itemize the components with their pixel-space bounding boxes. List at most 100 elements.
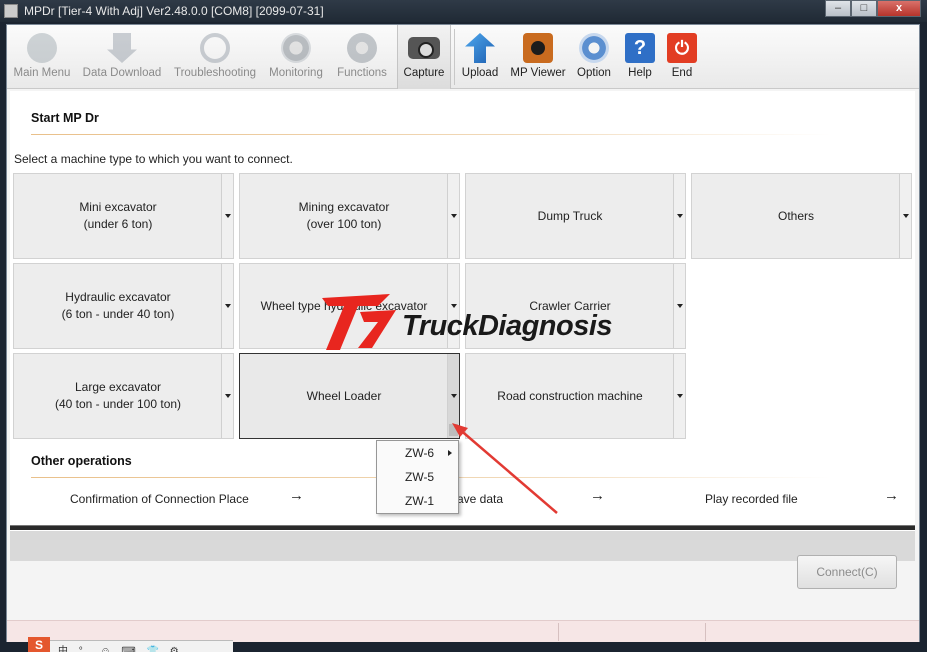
- dropdown-arrow-button[interactable]: [673, 264, 685, 348]
- menu-item-zw-6[interactable]: ZW-6: [377, 442, 458, 464]
- dropdown-arrow-button[interactable]: [673, 174, 685, 258]
- submenu-arrow-icon: [448, 450, 452, 456]
- machine-road-construction[interactable]: Road construction machine: [465, 353, 686, 439]
- divider-bar: [10, 525, 915, 530]
- menu-item-label: ZW-1: [405, 494, 435, 508]
- status-separator: [558, 623, 559, 641]
- toolbar-data-download[interactable]: Data Download: [81, 29, 163, 87]
- upload-icon: [465, 33, 495, 63]
- machine-dump-truck[interactable]: Dump Truck: [465, 173, 686, 259]
- toolbar-functions[interactable]: Functions: [335, 29, 389, 87]
- machine-label: Wheel type hydraulic excavator: [260, 298, 428, 313]
- instruction-text: Select a machine type to which you want …: [14, 152, 293, 166]
- wheel-loader-menu: ZW-6 ZW-5 ZW-1: [376, 440, 459, 514]
- machine-label: Large excavator (40 ton - under 100 ton): [54, 380, 182, 411]
- window-controls: – □ x: [825, 0, 921, 17]
- machine-large-excavator[interactable]: Large excavator (40 ton - under 100 ton): [13, 353, 234, 439]
- download-icon: [107, 33, 137, 63]
- toolbar-capture[interactable]: Capture: [398, 29, 450, 87]
- menu-item-zw-1[interactable]: ZW-1: [377, 490, 458, 512]
- toolbar-option[interactable]: Option: [573, 29, 615, 87]
- machine-label: Road construction machine: [497, 388, 643, 403]
- menu-item-zw-5[interactable]: ZW-5: [377, 466, 458, 488]
- toolbar-main-menu-label: Main Menu: [13, 67, 71, 79]
- close-button[interactable]: x: [877, 0, 921, 17]
- start-panel: Start MP Dr Select a machine type to whi…: [10, 91, 915, 531]
- dropdown-arrow-button[interactable]: [673, 354, 685, 438]
- minimize-button[interactable]: –: [825, 0, 851, 17]
- toolbar-upload[interactable]: Upload: [457, 29, 503, 87]
- machine-label: Mini excavator (under 6 ton): [79, 200, 157, 231]
- dropdown-arrow-button[interactable]: [447, 264, 459, 348]
- machine-mini-excavator[interactable]: Mini excavator (under 6 ton): [13, 173, 234, 259]
- machine-others[interactable]: Others: [691, 173, 912, 259]
- gauge-icon: [281, 33, 311, 63]
- toolbar-help[interactable]: ? Help: [621, 29, 659, 87]
- toolbar-capture-label: Capture: [403, 67, 445, 79]
- toolbar: Main Menu Data Download Troubleshooting …: [7, 25, 919, 89]
- machine-label: Hydraulic excavator (6 ton - under 40 to…: [61, 290, 175, 321]
- machine-label: Dump Truck: [537, 208, 603, 223]
- toolbar-data-download-label: Data Download: [82, 67, 162, 79]
- title-bar: MPDr [Tier-4 With Adj] Ver2.48.0.0 [COM8…: [0, 0, 927, 22]
- machine-wheel-loader[interactable]: Wheel Loader: [239, 353, 460, 439]
- toolbar-end-label: End: [671, 67, 693, 79]
- toolbar-upload-label: Upload: [461, 67, 499, 79]
- connect-button[interactable]: Connect(C): [797, 555, 897, 589]
- arrow-right-icon[interactable]: →: [590, 487, 605, 504]
- toolbar-mp-viewer[interactable]: MP Viewer: [509, 29, 567, 87]
- ime-icon[interactable]: S: [28, 637, 50, 652]
- main-menu-icon: [27, 33, 57, 63]
- taskbar: S 中 °, ☺ ⌨ 👕 ⚙: [28, 637, 233, 652]
- window-title: MPDr [Tier-4 With Adj] Ver2.48.0.0 [COM8…: [24, 4, 324, 18]
- toolbar-monitoring-label: Monitoring: [269, 67, 323, 79]
- status-band: [10, 531, 915, 561]
- arrow-right-icon[interactable]: →: [289, 487, 304, 504]
- mp-viewer-icon: [523, 33, 553, 63]
- arrow-right-icon[interactable]: →: [884, 487, 899, 504]
- machine-label: Mining excavator (over 100 ton): [298, 200, 390, 231]
- main-window: Main Menu Data Download Troubleshooting …: [6, 24, 920, 642]
- section-title-start: Start MP Dr: [31, 111, 99, 125]
- toolbar-troubleshooting-label: Troubleshooting: [173, 67, 257, 79]
- toolbar-monitoring[interactable]: Monitoring: [266, 29, 326, 87]
- tray-icons: 中 °, ☺ ⌨ 👕 ⚙: [58, 646, 183, 652]
- section-title-other: Other operations: [31, 454, 132, 468]
- toolbar-troubleshooting[interactable]: Troubleshooting: [172, 29, 258, 87]
- machine-mining-excavator[interactable]: Mining excavator (over 100 ton): [239, 173, 460, 259]
- help-icon: ?: [625, 33, 655, 63]
- dropdown-arrow-button[interactable]: [447, 174, 459, 258]
- option-icon: [579, 33, 609, 63]
- machine-label: Crawler Carrier: [529, 298, 611, 313]
- machine-hydraulic-excavator[interactable]: Hydraulic excavator (6 ton - under 40 to…: [13, 263, 234, 349]
- dropdown-arrow-button[interactable]: [221, 264, 233, 348]
- maximize-button[interactable]: □: [851, 0, 877, 17]
- machine-label: Others: [777, 208, 814, 223]
- section-divider: [31, 134, 831, 135]
- toolbar-functions-label: Functions: [337, 67, 387, 79]
- op-connection-place[interactable]: Confirmation of Connection Place: [70, 492, 249, 506]
- dropdown-arrow-button[interactable]: [221, 174, 233, 258]
- app-icon: [4, 4, 18, 18]
- machine-wheel-hydraulic-excavator[interactable]: Wheel type hydraulic excavator: [239, 263, 460, 349]
- status-separator: [705, 623, 706, 641]
- machine-crawler-carrier[interactable]: Crawler Carrier: [465, 263, 686, 349]
- op-play-recorded-file[interactable]: Play recorded file: [705, 492, 798, 506]
- toolbar-end[interactable]: ⏻ End: [665, 29, 699, 87]
- status-bar: [7, 620, 919, 642]
- menu-item-label: ZW-6: [405, 446, 435, 460]
- op-save-data[interactable]: ave data: [457, 492, 503, 506]
- dropdown-arrow-button[interactable]: [899, 174, 911, 258]
- dropdown-arrow-button[interactable]: [447, 354, 459, 438]
- toolbar-main-menu[interactable]: Main Menu: [9, 29, 75, 87]
- stethoscope-icon: [200, 33, 230, 63]
- toolbar-help-label: Help: [628, 67, 652, 79]
- menu-item-label: ZW-5: [405, 470, 435, 484]
- toolbar-separator: [454, 29, 455, 85]
- power-icon: ⏻: [667, 33, 697, 63]
- gear-icon: [347, 33, 377, 63]
- toolbar-option-label: Option: [577, 67, 611, 79]
- machine-label: Wheel Loader: [306, 388, 382, 403]
- dropdown-arrow-button[interactable]: [221, 354, 233, 438]
- toolbar-mp-viewer-label: MP Viewer: [510, 67, 566, 79]
